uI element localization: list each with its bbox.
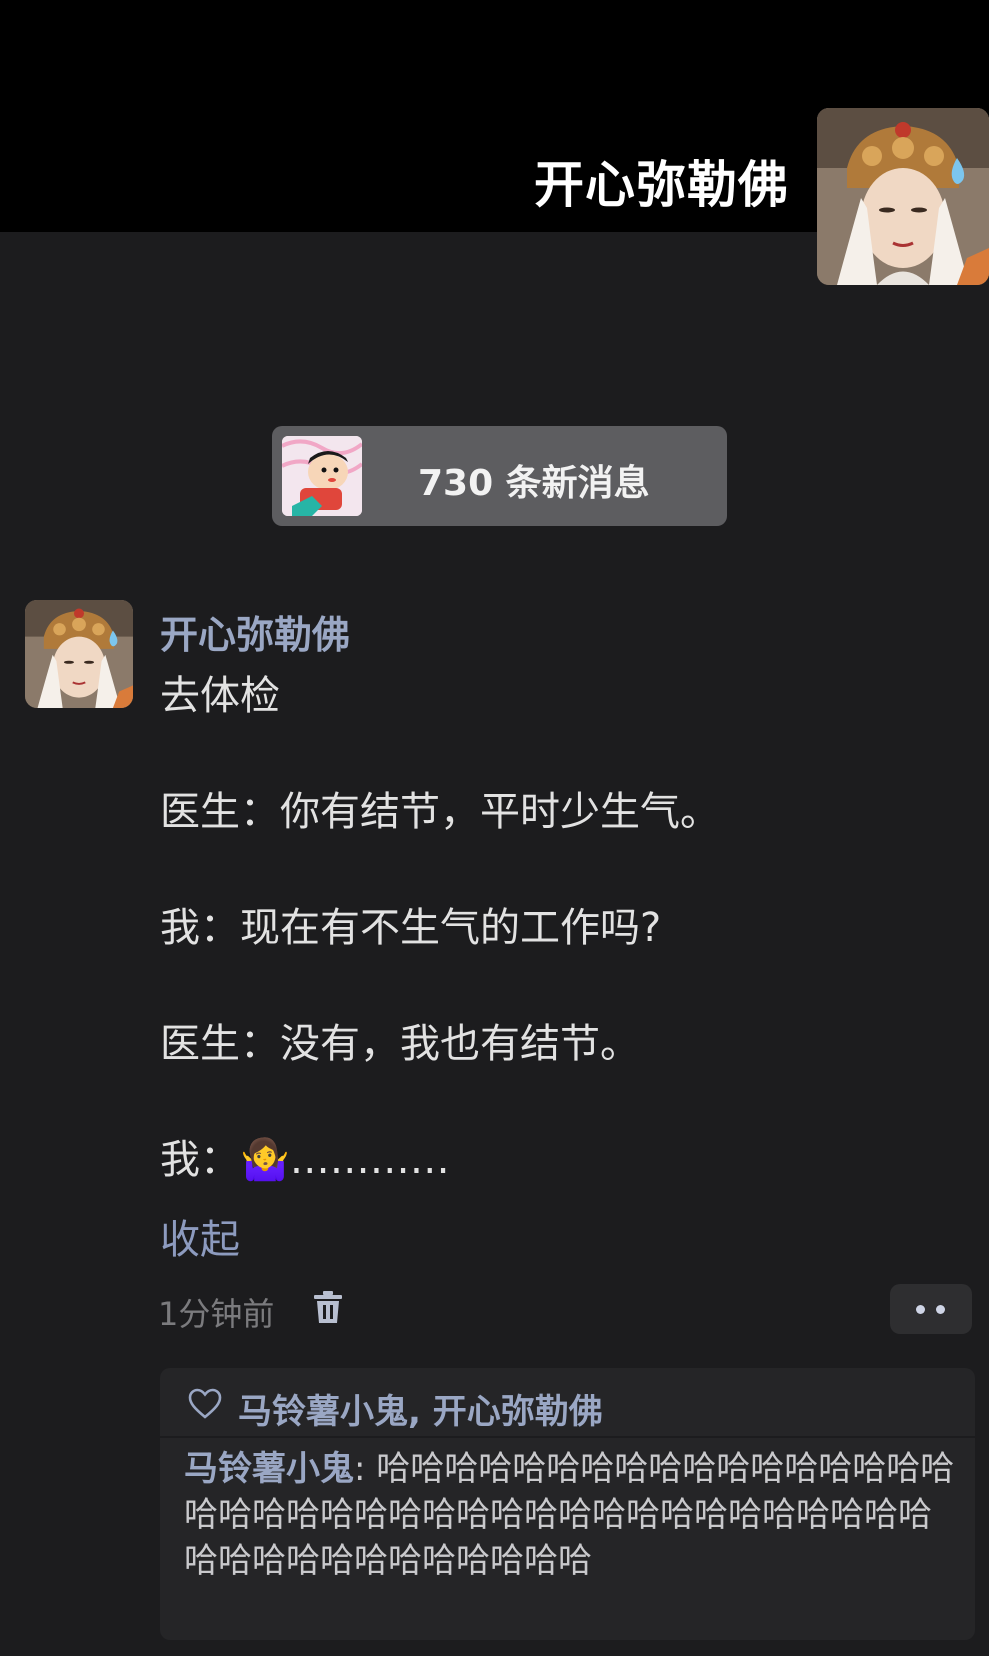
chat-title: 开心弥勒佛 (534, 156, 789, 214)
reactions-panel: 马铃薯小鬼, 开心弥勒佛 马铃薯小鬼: 哈哈哈哈哈哈哈哈哈哈哈哈哈哈哈哈哈哈哈哈… (160, 1368, 975, 1640)
message-line: 我：🤷‍♀️………… (160, 1137, 450, 1183)
more-dots-icon (936, 1305, 945, 1314)
message-time: 1分钟前 (158, 1295, 275, 1333)
heart-icon[interactable] (188, 1388, 222, 1420)
message-body: 去体检 医生：你有结节，平时少生气。 我：现在有不生气的工作吗? 医生：没有，我… (160, 668, 940, 1188)
statue-avatar-icon (25, 600, 133, 708)
more-button[interactable] (890, 1284, 972, 1334)
chat-screen: 开心弥勒佛 730 条新消息 开心弥勒佛 去体检 医生：你有结节，平时少生气。 … (0, 0, 989, 1656)
divider (160, 1436, 975, 1438)
comment-author[interactable]: 马铃薯小鬼 (184, 1449, 354, 1489)
message-line: 医生：没有，我也有结节。 (160, 1021, 640, 1067)
comment-item[interactable]: 马铃薯小鬼: 哈哈哈哈哈哈哈哈哈哈哈哈哈哈哈哈哈哈哈哈哈哈哈哈哈哈哈哈哈哈哈哈哈… (184, 1446, 959, 1584)
message-author[interactable]: 开心弥勒佛 (160, 604, 350, 659)
likes-names[interactable]: 马铃薯小鬼, 开心弥勒佛 (238, 1384, 603, 1433)
new-messages-button[interactable]: 730 条新消息 (272, 426, 727, 526)
message-line: 去体检 (160, 673, 280, 719)
statue-avatar-icon (817, 108, 989, 285)
message-line: 医生：你有结节，平时少生气。 (160, 789, 720, 835)
pill-avatar (282, 436, 362, 516)
cartoon-boy-avatar-icon (282, 436, 362, 516)
message-line: 我：现在有不生气的工作吗? (160, 905, 662, 951)
trash-icon[interactable] (313, 1290, 343, 1324)
new-messages-label: 730 条新消息 (418, 463, 650, 504)
collapse-link[interactable]: 收起 (160, 1207, 240, 1265)
message-avatar[interactable] (25, 600, 133, 708)
comment-separator: : (354, 1449, 377, 1489)
header-avatar[interactable] (817, 108, 989, 285)
more-dots-icon (916, 1305, 925, 1314)
chat-header: 开心弥勒佛 (0, 0, 989, 285)
